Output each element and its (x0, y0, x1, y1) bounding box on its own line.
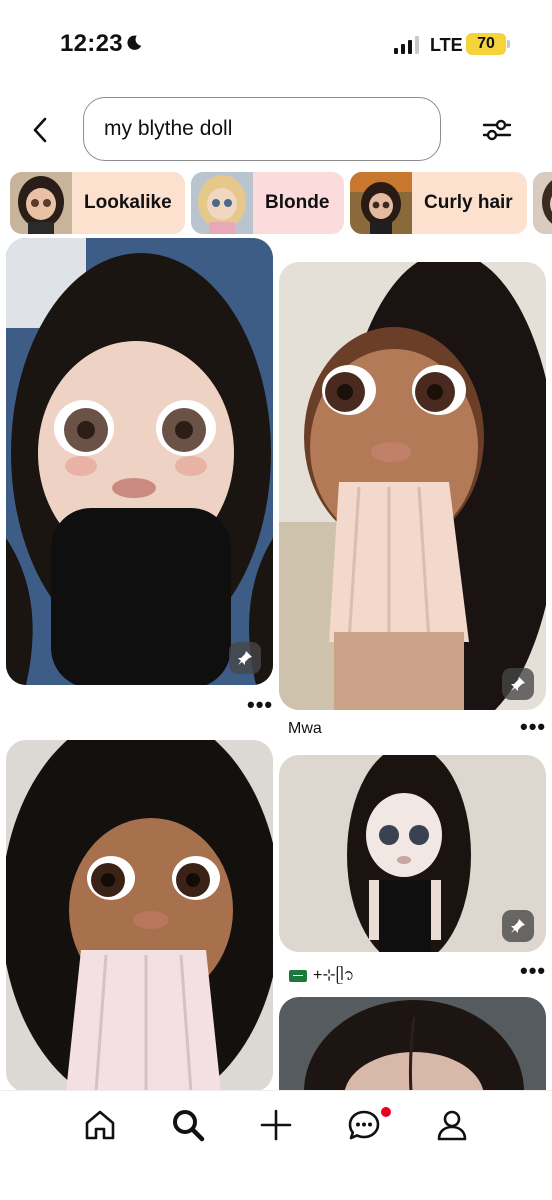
chip-blonde[interactable]: Blonde (191, 172, 344, 234)
status-bar: 12:23 LTE 70 (0, 0, 552, 90)
bottom-navigation (0, 1090, 552, 1200)
battery-cap (507, 40, 510, 48)
chip-curly-hair[interactable]: Curly hair (350, 172, 527, 234)
save-button[interactable] (502, 668, 534, 700)
signal-icon (394, 36, 419, 54)
doll-photo (279, 262, 546, 710)
battery-indicator: 70 (466, 33, 506, 55)
network-label: LTE (430, 35, 463, 55)
nav-create[interactable] (254, 1103, 298, 1147)
chip-label: Curly hair (424, 192, 513, 213)
nav-home[interactable] (78, 1103, 122, 1147)
more-options-button[interactable]: ••• (520, 716, 546, 738)
pin-image[interactable] (6, 740, 273, 1092)
suggestion-chips: Lookalike Blonde Curly hair (10, 172, 552, 234)
save-button[interactable] (229, 642, 261, 674)
chip-thumbnail (350, 172, 412, 234)
moon-icon (127, 35, 142, 50)
search-icon (173, 1110, 205, 1142)
chevron-left-icon (33, 117, 47, 143)
profile-icon (437, 1110, 467, 1141)
messages-icon (348, 1110, 380, 1140)
search-input[interactable]: my blythe doll (83, 97, 441, 161)
pin-image[interactable] (6, 238, 273, 685)
pin-icon (511, 677, 525, 691)
pin-image[interactable] (279, 262, 546, 710)
doll-photo (6, 740, 273, 1092)
plus-icon (260, 1109, 292, 1141)
nav-messages[interactable] (342, 1103, 386, 1147)
chip-thumbnail (191, 172, 253, 234)
more-options-button[interactable]: ••• (520, 960, 546, 982)
pin-image[interactable] (279, 997, 546, 1092)
filter-button[interactable] (478, 112, 516, 148)
chip-lookalike[interactable]: Lookalike (10, 172, 185, 234)
back-button[interactable] (22, 110, 58, 150)
save-button[interactable] (502, 910, 534, 942)
chip-label: Lookalike (84, 192, 172, 213)
chip-label: Blonde (265, 192, 330, 213)
chip-thumbnail (533, 172, 552, 234)
status-time: 12:23 (60, 30, 123, 57)
pin-icon (238, 651, 252, 665)
saudi-flag-icon (289, 969, 307, 982)
notification-dot (381, 1107, 391, 1117)
pin-title-text: +⊹ᥫ᭡ (313, 967, 355, 984)
chip-thumbnail (10, 172, 72, 234)
sliders-icon (482, 119, 512, 141)
more-options-button[interactable]: ••• (247, 694, 273, 716)
chip-more[interactable] (533, 172, 552, 234)
doll-photo (6, 238, 273, 685)
pin-title[interactable]: +⊹ᥫ᭡ (289, 963, 354, 992)
pin-title[interactable]: Mwa (288, 720, 322, 738)
nav-search[interactable] (166, 1103, 210, 1147)
nav-profile[interactable] (430, 1103, 474, 1147)
pin-icon (511, 919, 525, 933)
pin-image[interactable] (279, 755, 546, 952)
search-query: my blythe doll (104, 117, 233, 140)
home-icon (85, 1110, 115, 1140)
doll-photo (279, 997, 546, 1092)
